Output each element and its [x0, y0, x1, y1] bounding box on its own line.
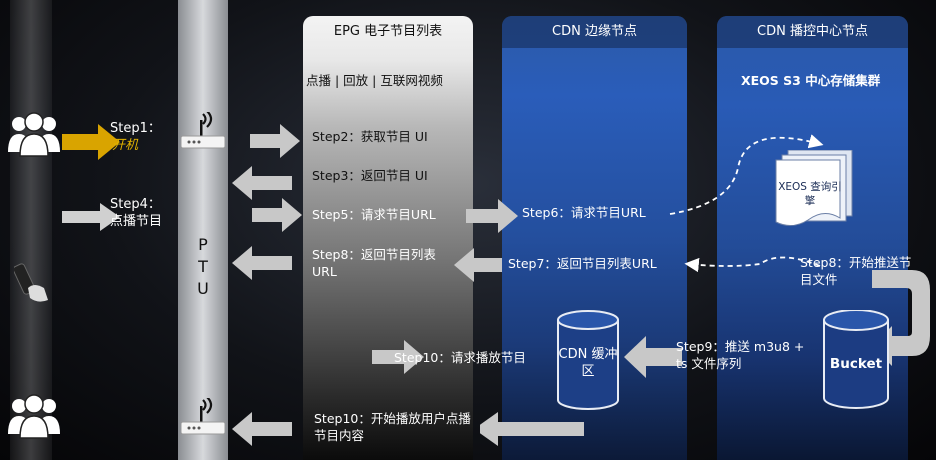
step3-label: Step3：返回节目 UI [312, 168, 428, 183]
step5-arrow [252, 198, 302, 232]
step8-return-arrow [232, 246, 292, 280]
step6-label: Step6：请求节目URL [522, 205, 646, 220]
ptu-column [178, 0, 228, 460]
step4-label: Step4： [110, 197, 161, 212]
step8-push-label: Step8：开始推送节目文件 [800, 255, 912, 287]
step2-arrow [250, 124, 300, 158]
epg-subtitle: 点播 | 回放 | 互联网视频 [306, 73, 443, 88]
user-column [10, 0, 52, 460]
router-icon [181, 112, 225, 149]
step10-play-label: Step10：开始播放用户点播节目内容 [314, 411, 471, 443]
router-icon [181, 398, 225, 435]
step10-play-arrow [232, 412, 292, 446]
query-engine-label: XEOS 查询引擎 [778, 181, 842, 207]
cdn-center-subtitle: XEOS S3 中心存储集群 [741, 73, 881, 88]
step10-request-label: Step10：请求播放节目 [394, 350, 526, 365]
ptu-letter: U [197, 279, 209, 298]
step7-arrow [454, 248, 502, 282]
cdn-edge-title: CDN 边缘节点 [502, 16, 687, 48]
step9-arrow [624, 336, 682, 378]
flow-diagram: EPG 电子节目列表 点播 | 回放 | 互联网视频 CDN 边缘节点 CDN … [0, 0, 936, 460]
step8-return-label: Step8：返回节目列表URL [312, 247, 436, 279]
step4-action: 点播节目 [110, 214, 163, 229]
bucket-label: Bucket [829, 356, 883, 372]
epg-column: EPG 电子节目列表 点播 | 回放 | 互联网视频 [303, 16, 473, 460]
step7-label: Step7：返回节目列表URL [508, 256, 657, 271]
step6-arrow [466, 199, 518, 233]
step2-label: Step2：获取节目 UI [312, 129, 428, 144]
cdn-center-title: CDN 播控中心节点 [717, 16, 908, 48]
step1-label: Step1： [110, 121, 161, 136]
ptu-letter: T [198, 257, 208, 276]
users-icon [8, 394, 60, 439]
cdn-buffer-label: CDN 缓冲区 [558, 347, 618, 379]
epg-title: EPG 电子节目列表 [333, 24, 443, 39]
step5-label: Step5：请求节目URL [312, 207, 436, 222]
step1-action: 开机 [112, 138, 139, 153]
step9-label: Step9：推送 m3u8 + ts 文件序列 [676, 339, 805, 371]
step3-arrow [232, 166, 292, 200]
users-icon [8, 112, 60, 157]
remote-control-icon [14, 263, 48, 302]
ptu-letter: P [198, 235, 208, 254]
